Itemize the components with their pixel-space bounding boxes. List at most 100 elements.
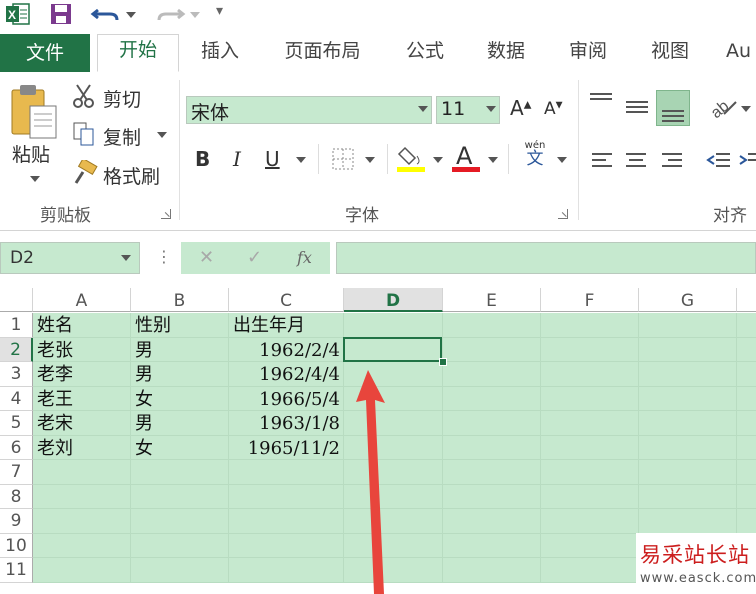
align-center-icon[interactable] — [624, 150, 648, 172]
cell-a5[interactable]: 老宋 — [33, 411, 131, 436]
cell-h6[interactable] — [737, 435, 756, 460]
enter-icon[interactable]: ✓ — [247, 247, 262, 268]
tab-home[interactable]: 开始 — [97, 34, 179, 72]
row-header-6[interactable]: 6 — [0, 435, 33, 460]
cell-e8[interactable] — [443, 484, 541, 509]
column-header-a[interactable]: A — [33, 288, 131, 312]
cell-f4[interactable] — [541, 386, 639, 411]
cell-f8[interactable] — [541, 484, 639, 509]
cell-c6[interactable]: 1965/11/2 — [229, 435, 344, 460]
row-header-10[interactable]: 10 — [0, 533, 33, 558]
cell-g9[interactable] — [639, 509, 737, 534]
cell-g3[interactable] — [639, 362, 737, 387]
copy-dropdown-icon[interactable] — [157, 132, 167, 138]
row-header-4[interactable]: 4 — [0, 386, 33, 411]
cell-f1[interactable] — [541, 313, 639, 338]
cell-b10[interactable] — [131, 533, 229, 558]
cell-f10[interactable] — [541, 533, 639, 558]
tab-view[interactable]: 视图 — [640, 36, 700, 72]
cell-b2[interactable]: 男 — [131, 337, 229, 362]
cell-a11[interactable] — [33, 558, 131, 583]
cell-f7[interactable] — [541, 460, 639, 485]
cell-a2[interactable]: 老张 — [33, 337, 131, 362]
font-size-combo[interactable]: 11 — [436, 96, 500, 124]
paste-icon[interactable] — [8, 82, 60, 140]
cell-f2[interactable] — [541, 337, 639, 362]
cell-a6[interactable]: 老刘 — [33, 435, 131, 460]
cell-b5[interactable]: 男 — [131, 411, 229, 436]
cell-b11[interactable] — [131, 558, 229, 583]
phonetic-guide-icon[interactable]: wén 文 — [521, 140, 549, 174]
cell-e3[interactable] — [443, 362, 541, 387]
undo-icon[interactable] — [90, 2, 124, 26]
decrease-indent-icon[interactable] — [706, 150, 730, 172]
cell-b8[interactable] — [131, 484, 229, 509]
cell-b1[interactable]: 性别 — [131, 313, 229, 338]
column-header-partial[interactable] — [737, 288, 756, 312]
cell-c10[interactable] — [229, 533, 344, 558]
cell-c1[interactable]: 出生年月 — [229, 313, 344, 338]
tab-page-layout[interactable]: 页面布局 — [275, 36, 370, 72]
cell-c8[interactable] — [229, 484, 344, 509]
cell-h1[interactable] — [737, 313, 756, 338]
cancel-icon[interactable]: ✕ — [199, 247, 214, 268]
row-header-7[interactable]: 7 — [0, 460, 33, 485]
cell-e5[interactable] — [443, 411, 541, 436]
cell-g5[interactable] — [639, 411, 737, 436]
cell-b7[interactable] — [131, 460, 229, 485]
cell-c2[interactable]: 1962/2/4 — [229, 337, 344, 362]
cell-g1[interactable] — [639, 313, 737, 338]
redo-dropdown-icon[interactable] — [190, 12, 200, 18]
cell-c11[interactable] — [229, 558, 344, 583]
cell-a10[interactable] — [33, 533, 131, 558]
cell-g2[interactable] — [639, 337, 737, 362]
cell-h7[interactable] — [737, 460, 756, 485]
select-all-corner[interactable] — [0, 288, 33, 312]
tab-data[interactable]: 数据 — [476, 36, 536, 72]
name-box-dropdown-icon[interactable] — [121, 255, 131, 261]
align-top-icon[interactable] — [588, 90, 614, 114]
cell-g8[interactable] — [639, 484, 737, 509]
column-header-f[interactable]: F — [541, 288, 639, 312]
cell-e7[interactable] — [443, 460, 541, 485]
cell-c3[interactable]: 1962/4/4 — [229, 362, 344, 387]
cut-button[interactable]: 剪切 — [103, 85, 141, 112]
orientation-dropdown-icon[interactable] — [741, 106, 751, 112]
cell-a9[interactable] — [33, 509, 131, 534]
insert-function-icon[interactable]: fx — [297, 248, 312, 267]
column-header-b[interactable]: B — [131, 288, 229, 312]
cell-b4[interactable]: 女 — [131, 386, 229, 411]
cell-g7[interactable] — [639, 460, 737, 485]
align-left-icon[interactable] — [590, 150, 614, 172]
row-header-1[interactable]: 1 — [0, 313, 33, 338]
align-right-icon[interactable] — [660, 150, 684, 172]
format-painter-icon[interactable] — [72, 157, 98, 186]
cell-a3[interactable]: 老李 — [33, 362, 131, 387]
tab-formulas[interactable]: 公式 — [395, 36, 455, 72]
bold-button[interactable]: B — [195, 147, 210, 171]
fill-handle[interactable] — [439, 358, 447, 366]
row-header-2[interactable]: 2 — [0, 337, 33, 362]
copy-button[interactable]: 复制 — [103, 123, 141, 150]
clipboard-dialog-launcher-icon[interactable] — [161, 209, 171, 219]
cell-g6[interactable] — [639, 435, 737, 460]
phonetic-dropdown-icon[interactable] — [557, 157, 567, 163]
save-icon[interactable] — [48, 2, 74, 26]
cell-d1[interactable] — [344, 313, 443, 338]
column-header-g[interactable]: G — [639, 288, 737, 312]
cell-e10[interactable] — [443, 533, 541, 558]
borders-icon[interactable] — [331, 147, 355, 171]
font-size-dropdown-icon[interactable] — [486, 106, 496, 112]
italic-button[interactable]: I — [233, 147, 241, 171]
fill-color-icon[interactable] — [397, 144, 429, 174]
cell-c9[interactable] — [229, 509, 344, 534]
formula-bar-grip-icon[interactable]: ⋮ — [156, 247, 172, 266]
paste-button[interactable]: 粘贴 — [12, 140, 50, 167]
cell-a1[interactable]: 姓名 — [33, 313, 131, 338]
cell-c7[interactable] — [229, 460, 344, 485]
shrink-font-icon[interactable]: A▼ — [544, 99, 563, 119]
cell-h8[interactable] — [737, 484, 756, 509]
cell-h5[interactable] — [737, 411, 756, 436]
cell-f11[interactable] — [541, 558, 639, 583]
row-header-11[interactable]: 11 — [0, 558, 33, 583]
